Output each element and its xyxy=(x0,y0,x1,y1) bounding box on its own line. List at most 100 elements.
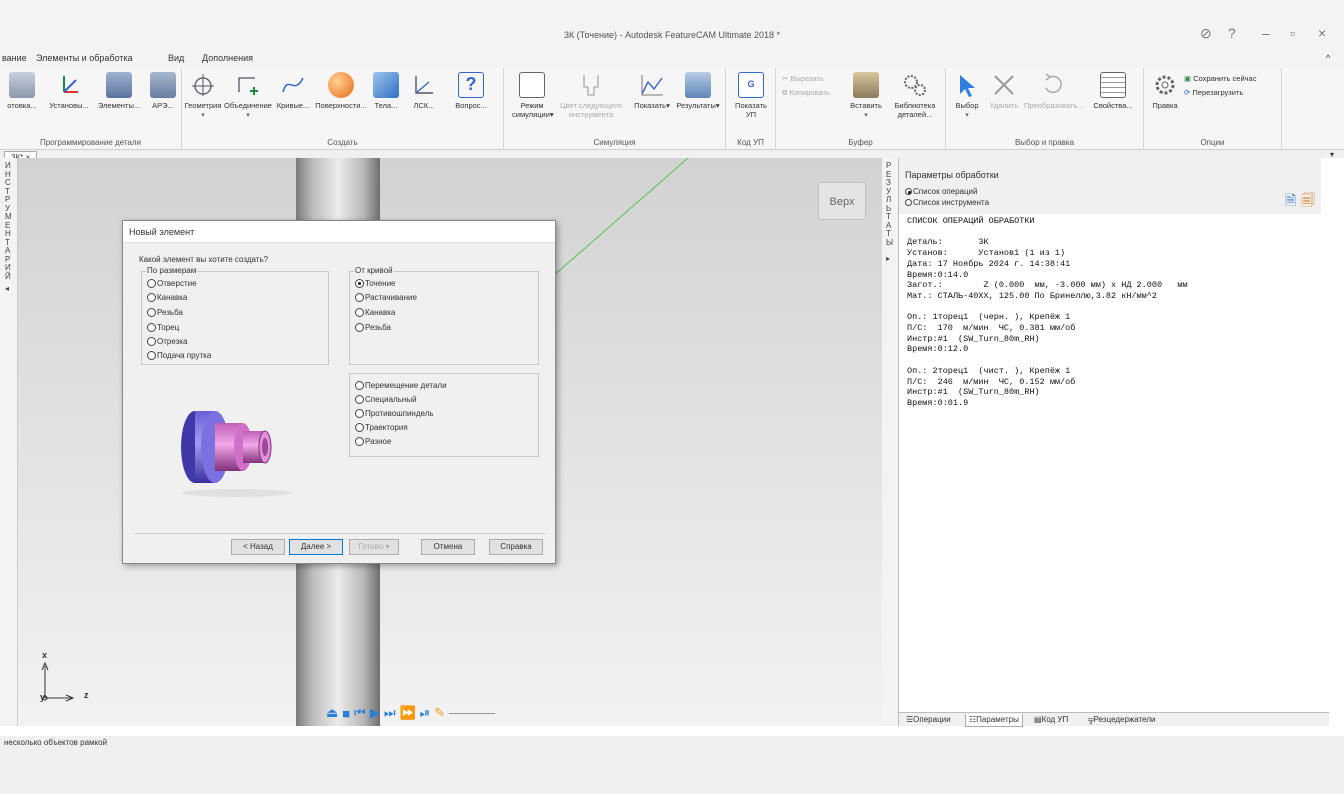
ribbon-library-button[interactable]: Библиотека деталей... xyxy=(888,72,942,119)
results-strip[interactable]: РЕЗУЛЬТАТЫ ▸ xyxy=(882,158,898,726)
stop-icon[interactable]: ■ xyxy=(342,706,350,721)
ribbon-paste-button[interactable]: Вставить ▾ xyxy=(844,72,888,120)
radio-groove[interactable]: Канавка xyxy=(147,293,187,302)
ribbon-elements-button[interactable]: Элементы... xyxy=(94,72,144,110)
ribbon-stock-button[interactable]: отовка... xyxy=(0,72,44,110)
stock-icon xyxy=(9,72,35,98)
ribbon-transform-button[interactable]: Преобразовать... xyxy=(1024,72,1083,110)
ribbon-copy-button[interactable]: ⧉ Копировать xyxy=(782,88,840,97)
restore-button[interactable]: ▫ xyxy=(1290,25,1295,41)
results-icon xyxy=(685,72,711,98)
radio-turning[interactable]: Точение xyxy=(355,279,396,288)
ribbon-edit-button[interactable]: Правка xyxy=(1148,72,1182,110)
ribbon-group-label: Симуляция xyxy=(593,138,636,147)
status-text: несколько объектов рамкой xyxy=(4,738,108,747)
step-icon[interactable]: ⏭ xyxy=(384,705,396,721)
ribbon-are-button[interactable]: АРЭ... xyxy=(146,72,180,110)
eject-icon[interactable]: ⏏ xyxy=(326,705,338,721)
ribbon-solids-button[interactable]: Тела... xyxy=(368,72,404,110)
menu-item-view[interactable]: Вид xyxy=(168,53,184,63)
ribbon-delete-button[interactable]: Удалить xyxy=(986,72,1022,110)
gears-icon xyxy=(902,72,928,98)
radio-cutoff[interactable]: Отрезка xyxy=(147,337,187,346)
back-button[interactable]: < Назад xyxy=(231,539,285,555)
ribbon-save-now-button[interactable]: ▣ Сохранить сейчас xyxy=(1184,74,1280,83)
step-options-icon[interactable]: ⏯ xyxy=(420,705,430,721)
brush-icon[interactable]: ✎ xyxy=(434,705,445,721)
radio-misc[interactable]: Разное xyxy=(355,437,391,446)
ribbon-sim-mode-button[interactable]: Режим симуляции▾ xyxy=(512,72,554,119)
radio-special[interactable]: Специальный xyxy=(355,395,417,404)
operations-list-line xyxy=(907,355,1188,366)
ribbon-show-button[interactable]: Показать▾ xyxy=(632,72,672,110)
menu-item-0[interactable]: вание xyxy=(2,53,27,63)
properties-icon xyxy=(1100,72,1126,98)
geometry-icon xyxy=(190,72,216,98)
play-icon[interactable]: ▶ xyxy=(370,705,380,721)
ribbon-geometry-button[interactable]: Геометрия ▾ xyxy=(182,72,224,120)
ribbon-ucs-button[interactable]: ЛСК... xyxy=(404,72,444,110)
ribbon-setups-button[interactable]: Установы... xyxy=(46,72,92,110)
cursor-icon xyxy=(954,72,980,98)
tab-tool-holders[interactable]: ╦Резцедержатели xyxy=(1085,714,1158,726)
panel-header: Параметры обработки Список операций Спис… xyxy=(899,158,1321,214)
ribbon-properties-button[interactable]: Свойства... xyxy=(1086,72,1140,110)
radio-face[interactable]: Торец xyxy=(147,323,179,332)
radio-boring[interactable]: Растачивание xyxy=(355,293,417,302)
ribbon-curves-button[interactable]: Кривые... xyxy=(272,72,314,110)
export-icon[interactable]: 🗎 xyxy=(1285,190,1296,214)
next-button[interactable]: Далее > xyxy=(289,539,343,555)
operations-list-line: Инстр:#1 (SW_Turn_80m_RH) xyxy=(907,333,1040,344)
rewind-icon[interactable]: ⏮ xyxy=(354,705,366,721)
fast-forward-icon[interactable]: ⏩ xyxy=(400,705,416,721)
radio-toolpath[interactable]: Траектория xyxy=(355,423,408,432)
radio-circle xyxy=(355,381,364,390)
sim-speed-slider[interactable] xyxy=(449,712,496,714)
radio-thread[interactable]: Резьба xyxy=(147,308,183,317)
radio-hole[interactable]: Отверстие xyxy=(147,279,197,288)
ribbon-reload-button[interactable]: ⟳ Перезагрузить xyxy=(1184,88,1274,97)
print-icon[interactable]: 🗐 xyxy=(1301,190,1315,214)
delete-x-icon xyxy=(991,72,1017,98)
ribbon-show-nc-button[interactable]: G Показать УП xyxy=(732,72,770,119)
radio-tools-list[interactable]: Список инструмента xyxy=(905,198,989,207)
help-circle-icon[interactable]: ⊘ xyxy=(1200,25,1212,42)
radio-part-transfer[interactable]: Перемещение детали xyxy=(355,381,447,390)
close-button[interactable]: × xyxy=(1318,25,1326,41)
menu-item-elements[interactable]: Элементы и обработка xyxy=(36,53,133,63)
tab-nc-code[interactable]: ▤Код УП xyxy=(1031,714,1071,726)
help-button[interactable]: Справка xyxy=(489,539,543,555)
radio-circle xyxy=(147,308,156,317)
radio-curve-thread[interactable]: Резьба xyxy=(355,323,391,332)
rotate-icon xyxy=(1040,72,1066,98)
toolbox-arrow-icon[interactable]: ◂ xyxy=(5,284,9,293)
results-arrow-icon[interactable]: ▸ xyxy=(886,254,890,263)
radio-ops-list[interactable]: Список операций xyxy=(905,187,978,196)
sphere-icon xyxy=(328,72,354,98)
toolbox-strip[interactable]: ИНСТРУМЕНТАРИЙ ◂ xyxy=(0,158,18,726)
ucs-icon xyxy=(411,72,437,98)
tab-parameters[interactable]: ☷Параметры xyxy=(965,714,1023,727)
minimize-button[interactable]: – xyxy=(1262,25,1270,41)
ribbon-collapse-icon[interactable]: ^ xyxy=(1326,53,1330,63)
menu-item-addons[interactable]: Дополнения xyxy=(202,53,253,63)
view-cube[interactable]: Верх xyxy=(818,182,866,220)
radio-subspindle[interactable]: Противошпиндель xyxy=(355,409,434,418)
radio-circle xyxy=(147,279,156,288)
cancel-button[interactable]: Отмена xyxy=(421,539,475,555)
ribbon-question-button[interactable]: ? Вопрос... xyxy=(444,72,498,110)
radio-curve-groove[interactable]: Канавка xyxy=(355,308,395,317)
copy-icon: ⧉ xyxy=(782,88,788,97)
ribbon-surfaces-button[interactable]: Поверхности... xyxy=(314,72,368,110)
ribbon-cut-button[interactable]: ✂ Вырезать xyxy=(782,74,834,83)
ribbon-results-button[interactable]: Результаты▾ xyxy=(674,72,722,110)
radio-circle xyxy=(905,188,912,195)
ribbon-union-button[interactable]: Объединение ▾ xyxy=(224,72,272,120)
ribbon-next-tool-color-button[interactable]: Цвет следующего инструмента xyxy=(556,72,626,119)
radio-circle xyxy=(147,293,156,302)
ribbon-select-button[interactable]: Выбор ▾ xyxy=(950,72,984,120)
help-icon[interactable]: ? xyxy=(1228,25,1236,41)
radio-bar-feed[interactable]: Подача прутка xyxy=(147,351,211,360)
panel-title: Параметры обработки xyxy=(905,170,999,180)
tab-operations[interactable]: ☰Операции xyxy=(903,714,954,726)
